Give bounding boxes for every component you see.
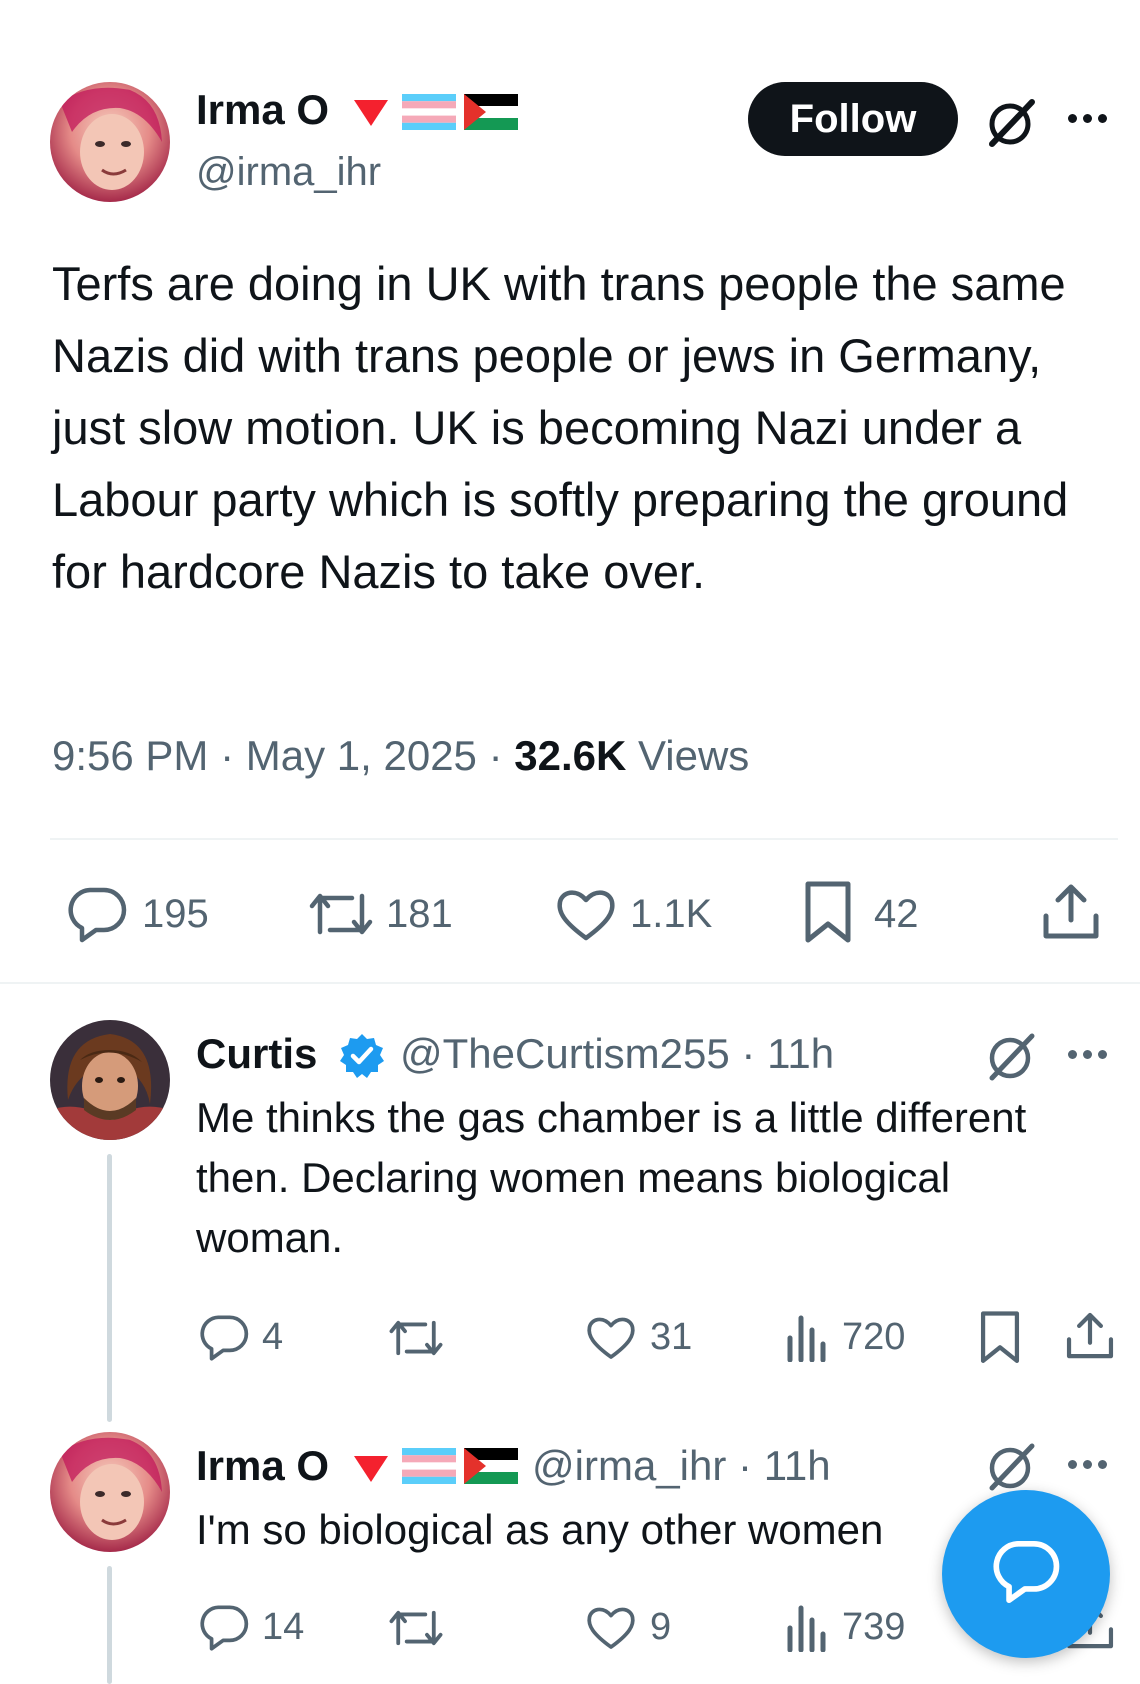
reply-author-handle: @irma_ihr · 11h xyxy=(532,1442,831,1490)
like-icon[interactable] xyxy=(584,1314,638,1362)
repost-count: 181 xyxy=(386,892,453,936)
reply-icon[interactable] xyxy=(66,886,128,944)
meta-separator: · xyxy=(741,1030,756,1077)
follow-button[interactable]: Follow xyxy=(748,82,958,156)
grok-icon[interactable] xyxy=(984,96,1040,148)
reply-handle[interactable]: @irma_ihr xyxy=(532,1442,726,1489)
more-options-icon[interactable] xyxy=(1068,1460,1107,1469)
tweet-time[interactable]: 9:56 PM xyxy=(52,732,208,779)
grok-icon[interactable] xyxy=(984,1440,1040,1492)
like-icon[interactable] xyxy=(554,886,618,944)
grok-icon[interactable] xyxy=(984,1030,1040,1082)
reply-icon[interactable] xyxy=(198,1314,250,1362)
meta-separator: · xyxy=(738,1442,753,1489)
thread-line xyxy=(107,1566,112,1684)
reply-count: 4 xyxy=(262,1316,284,1358)
verified-badge-icon xyxy=(338,1032,386,1080)
reply-icon[interactable] xyxy=(198,1604,250,1652)
repost-icon[interactable] xyxy=(386,1316,446,1360)
reply-author-name[interactable]: Irma O xyxy=(196,1442,329,1490)
share-icon[interactable] xyxy=(1064,1310,1116,1362)
more-options-icon[interactable] xyxy=(1068,1050,1107,1059)
down-triangle-icon xyxy=(352,98,390,128)
views-count: 739 xyxy=(842,1606,906,1648)
tweet-date[interactable]: May 1, 2025 xyxy=(246,732,477,779)
reply-text: Me thinks the gas chamber is a little di… xyxy=(196,1094,1027,1261)
reply-time[interactable]: 11h xyxy=(767,1030,834,1077)
reply-handle[interactable]: @TheCurtism255 xyxy=(400,1030,730,1077)
tweet-meta: 9:56 PM · May 1, 2025 · 32.6K Views xyxy=(52,732,749,780)
like-icon[interactable] xyxy=(584,1604,638,1652)
share-icon[interactable] xyxy=(1040,882,1102,942)
views-count: 32.6K xyxy=(514,732,627,779)
meta-separator: · xyxy=(488,732,503,779)
follow-label: Follow xyxy=(789,96,917,141)
views-icon[interactable] xyxy=(784,1602,828,1652)
reply-count: 195 xyxy=(142,892,209,936)
views-count: 720 xyxy=(842,1316,906,1358)
author-avatar[interactable] xyxy=(50,82,170,202)
meta-separator: · xyxy=(220,732,235,779)
repost-icon[interactable] xyxy=(306,888,376,940)
reply-time[interactable]: 11h xyxy=(764,1442,831,1489)
repost-icon[interactable] xyxy=(386,1606,446,1650)
bookmark-count: 42 xyxy=(874,892,919,936)
bookmark-icon[interactable] xyxy=(978,1310,1022,1366)
tweet-text: Terfs are doing in UK with trans people … xyxy=(52,257,1069,598)
reply-text: I'm so biological as any other women xyxy=(196,1506,884,1553)
trans-flag-icon xyxy=(402,1448,456,1484)
author-name[interactable]: Irma O xyxy=(196,86,329,134)
like-count: 9 xyxy=(650,1606,672,1648)
divider xyxy=(50,838,1118,840)
reply-avatar[interactable] xyxy=(50,1020,170,1140)
views-label: Views xyxy=(638,732,750,779)
like-count: 31 xyxy=(650,1316,693,1358)
reply-author-handle: @TheCurtism255 · 11h xyxy=(400,1030,834,1078)
palestine-flag-icon xyxy=(464,1448,518,1484)
reply-bubble-icon xyxy=(991,1539,1061,1610)
more-options-icon[interactable] xyxy=(1068,114,1107,123)
down-triangle-icon xyxy=(352,1454,390,1484)
thread-line xyxy=(107,1154,112,1422)
bookmark-icon[interactable] xyxy=(802,880,854,946)
divider xyxy=(0,982,1140,984)
floating-reply-button[interactable] xyxy=(942,1490,1110,1658)
trans-flag-icon xyxy=(402,94,456,130)
views-icon[interactable] xyxy=(784,1312,828,1362)
reply-author-name[interactable]: Curtis xyxy=(196,1030,317,1078)
author-handle[interactable]: @irma_ihr xyxy=(196,150,381,195)
like-count: 1.1K xyxy=(630,892,713,936)
palestine-flag-icon xyxy=(464,94,518,130)
reply-count: 14 xyxy=(262,1606,305,1648)
reply-avatar[interactable] xyxy=(50,1432,170,1552)
